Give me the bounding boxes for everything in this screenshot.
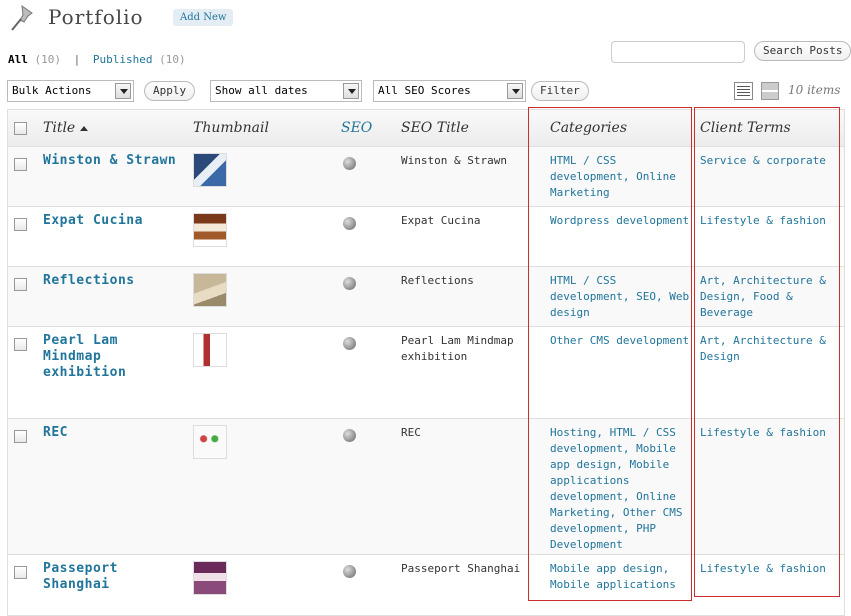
table-row: Expat Cucina Expat Cucina Wordpress deve… — [8, 207, 844, 267]
select-all-checkbox[interactable] — [14, 122, 27, 135]
categories-links[interactable]: Hosting, HTML / CSS development, Mobile … — [550, 425, 690, 553]
seo-title: Passeport Shanghai — [401, 562, 521, 575]
client-terms-links[interactable]: Art, Architecture & Design, Food & Bever… — [700, 273, 840, 321]
post-title-link[interactable]: Passeport Shanghai — [43, 561, 183, 593]
row-checkbox[interactable] — [14, 430, 27, 443]
seo-score-dot — [343, 565, 356, 578]
categories-links[interactable]: Mobile app design, Mobile applications — [550, 561, 690, 593]
chevron-down-icon[interactable] — [507, 83, 523, 99]
seo-score-dot — [343, 217, 356, 230]
list-view-icon[interactable] — [734, 82, 753, 100]
row-checkbox[interactable] — [14, 338, 27, 351]
search-posts-button[interactable]: Search Posts — [754, 41, 851, 61]
thumbnail-image — [193, 333, 227, 367]
filter-separator: | — [73, 53, 81, 66]
filter-all-count: (10) — [34, 53, 62, 66]
categories-links[interactable]: Wordpress development — [550, 213, 690, 229]
page-title: Portfolio — [48, 5, 144, 29]
bulk-actions-select[interactable]: Bulk Actions — [7, 80, 134, 102]
row-checkbox[interactable] — [14, 218, 27, 231]
chevron-down-icon[interactable] — [343, 83, 359, 99]
seo-score-dot — [343, 429, 356, 442]
client-terms-links[interactable]: Lifestyle & fashion — [700, 213, 840, 229]
client-terms-links[interactable]: Service & corporate — [700, 153, 840, 169]
post-title-link[interactable]: REC — [43, 425, 183, 441]
post-title-link[interactable]: Winston & Strawn — [43, 153, 183, 169]
seo-scores-select[interactable]: All SEO Scores — [373, 80, 526, 102]
thumbnail-image — [193, 273, 227, 307]
posts-table: Title Thumbnail SEO SEO Title Categories… — [7, 109, 845, 616]
row-checkbox[interactable] — [14, 566, 27, 579]
bulk-actions-value: Bulk Actions — [12, 84, 92, 97]
seo-title: Expat Cucina — [401, 214, 481, 227]
thumbnail-image — [193, 153, 227, 187]
table-row: Pearl Lam Mindmap exhibition Pearl Lam M… — [8, 327, 844, 419]
table-row: Reflections Reflections HTML / CSS devel… — [8, 267, 844, 327]
table-row: REC REC Hosting, HTML / CSS development,… — [8, 419, 844, 555]
items-count: 10 items — [788, 83, 841, 97]
seo-title: Reflections — [401, 274, 474, 287]
column-categories: Categories — [550, 120, 627, 136]
column-seo-title: SEO Title — [401, 120, 469, 136]
post-title-link[interactable]: Expat Cucina — [43, 213, 183, 229]
thumbnail-image — [193, 213, 227, 247]
table-header: Title Thumbnail SEO SEO Title Categories… — [8, 110, 844, 147]
apply-button[interactable]: Apply — [144, 81, 196, 101]
seo-score-dot — [343, 337, 356, 350]
filter-published[interactable]: Published — [93, 53, 153, 66]
row-checkbox[interactable] — [14, 278, 27, 291]
categories-links[interactable]: HTML / CSS development, SEO, Web design — [550, 273, 690, 321]
thumbnail-image — [193, 425, 227, 459]
table-row: Winston & Strawn Winston & Strawn HTML /… — [8, 147, 844, 207]
chevron-down-icon[interactable] — [115, 83, 131, 99]
table-row: Passeport Shanghai Passeport Shanghai Mo… — [8, 555, 844, 615]
column-seo[interactable]: SEO — [341, 120, 372, 136]
row-checkbox[interactable] — [14, 158, 27, 171]
client-terms-links[interactable]: Lifestyle & fashion — [700, 561, 840, 577]
status-filters: All (10) | Published (10) — [8, 53, 186, 66]
add-new-button[interactable]: Add New — [173, 9, 234, 26]
dates-value: Show all dates — [215, 84, 308, 97]
filter-all[interactable]: All — [8, 53, 28, 66]
client-terms-links[interactable]: Lifestyle & fashion — [700, 425, 840, 441]
thumbnail-image — [193, 561, 227, 595]
seo-score-dot — [343, 157, 356, 170]
categories-links[interactable]: HTML / CSS development, Online Marketing — [550, 153, 690, 201]
seo-title: Pearl Lam Mindmap exhibition — [401, 334, 514, 363]
post-title-link[interactable]: Reflections — [43, 273, 183, 289]
column-client-terms: Client Terms — [700, 120, 791, 136]
categories-links[interactable]: Other CMS development — [550, 333, 690, 349]
sort-asc-icon — [80, 125, 89, 131]
seo-scores-value: All SEO Scores — [378, 84, 471, 97]
filter-published-count: (10) — [159, 53, 186, 66]
portfolio-pin-icon — [8, 3, 40, 33]
seo-title: REC — [401, 426, 421, 439]
filter-button[interactable]: Filter — [531, 81, 589, 101]
search-input[interactable] — [611, 41, 745, 63]
seo-score-dot — [343, 277, 356, 290]
excerpt-view-icon[interactable] — [761, 82, 779, 100]
seo-title: Winston & Strawn — [401, 154, 507, 167]
column-thumbnail: Thumbnail — [193, 120, 269, 136]
column-title[interactable]: Title — [43, 120, 89, 136]
client-terms-links[interactable]: Art, Architecture & Design — [700, 333, 840, 365]
post-title-link[interactable]: Pearl Lam Mindmap exhibition — [43, 333, 183, 381]
dates-select[interactable]: Show all dates — [210, 80, 362, 102]
